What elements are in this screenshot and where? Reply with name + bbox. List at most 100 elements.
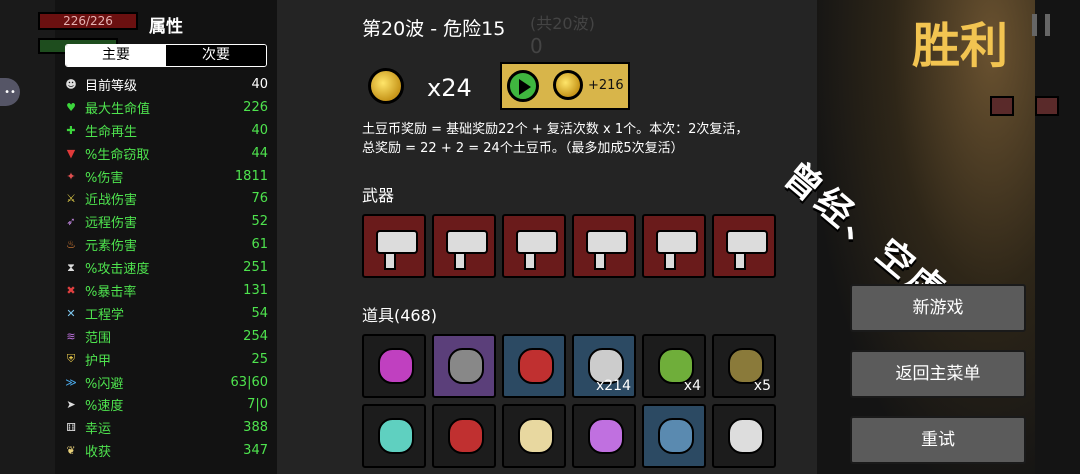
stat-value: 52 bbox=[251, 214, 268, 230]
stat-name: 生命再生 bbox=[85, 124, 138, 140]
stat-row[interactable]: ⚅ 幸运 388 bbox=[62, 416, 268, 439]
item-count: x214 bbox=[595, 378, 631, 394]
new-game-button[interactable]: 新游戏 bbox=[850, 284, 1026, 332]
stat-name: %伤害 bbox=[85, 170, 124, 186]
reward-description-line: 总奖励 = 22 + 2 = 24个土豆币。（最多加成5次复活） bbox=[362, 141, 684, 156]
stat-name: 幸运 bbox=[85, 422, 112, 438]
attributes-title: 属性 bbox=[149, 17, 183, 37]
stat-name: 护甲 bbox=[85, 353, 112, 369]
weapons-label: 武器 bbox=[362, 186, 395, 205]
stat-name: 最大生命值 bbox=[85, 101, 151, 117]
weapon-slot[interactable] bbox=[712, 214, 776, 278]
item-slot[interactable] bbox=[502, 404, 566, 468]
rocket-icon bbox=[588, 418, 624, 454]
stat-row[interactable]: ⚔ 近战伤害 76 bbox=[62, 187, 268, 210]
item-slot[interactable] bbox=[362, 404, 426, 468]
item-slot[interactable] bbox=[432, 334, 496, 398]
item-slot[interactable] bbox=[432, 404, 496, 468]
stat-name: 范围 bbox=[85, 330, 112, 346]
stat-row[interactable]: ❦ 收获 347 bbox=[62, 439, 268, 462]
stat-value: 7|0 bbox=[247, 397, 268, 413]
wave-title: 第20波 - 危险15 bbox=[362, 18, 506, 40]
stat-value: 251 bbox=[243, 260, 268, 276]
stat-row[interactable]: ♨ 元素伤害 61 bbox=[62, 233, 268, 256]
gun-handle bbox=[664, 252, 676, 270]
stat-row[interactable]: ➶ 远程伤害 52 bbox=[62, 210, 268, 233]
retry-button[interactable]: 重试 bbox=[850, 416, 1026, 464]
stat-value: 347 bbox=[243, 443, 268, 459]
stat-row[interactable]: ➤ %速度 7|0 bbox=[62, 393, 268, 416]
stat-name: 工程学 bbox=[85, 307, 125, 323]
crate-icon bbox=[1035, 96, 1059, 116]
wave-total: (共20波) bbox=[530, 14, 595, 33]
megaphone-gun-icon bbox=[516, 230, 558, 254]
stat-name: 元素伤害 bbox=[85, 239, 138, 255]
item-slot[interactable] bbox=[362, 334, 426, 398]
stat-row[interactable]: ✦ %伤害 1811 bbox=[62, 165, 268, 188]
play-icon bbox=[507, 70, 539, 102]
item-slot[interactable] bbox=[572, 404, 636, 468]
left-edge bbox=[0, 0, 55, 474]
items-label: 道具(468) bbox=[362, 306, 438, 325]
armor-icon: ⛨ bbox=[66, 352, 76, 366]
stat-value: 61 bbox=[251, 237, 268, 253]
stat-value: 54 bbox=[251, 305, 268, 321]
weapon-slot[interactable] bbox=[572, 214, 636, 278]
crab-icon bbox=[658, 418, 694, 454]
stat-row[interactable]: ⧗ %攻击速度 251 bbox=[62, 256, 268, 279]
ranged-icon: ➶ bbox=[66, 215, 76, 229]
stat-row[interactable]: ☻ 目前等级 40 bbox=[62, 73, 268, 96]
tentacle-icon bbox=[378, 348, 414, 384]
mummy-icon bbox=[728, 418, 764, 454]
tab-primary[interactable]: 主要 bbox=[66, 45, 166, 66]
stat-row[interactable]: ≋ 范围 254 bbox=[62, 325, 268, 348]
potato-coin-icon bbox=[553, 70, 583, 100]
reward-amount: +216 bbox=[588, 78, 624, 93]
crate-icon bbox=[990, 96, 1014, 116]
level-icon: ☻ bbox=[65, 77, 77, 91]
item-slot[interactable] bbox=[502, 334, 566, 398]
item-slot[interactable] bbox=[712, 404, 776, 468]
megaphone-gun-icon bbox=[586, 230, 628, 254]
stat-name: %暴击率 bbox=[85, 284, 137, 300]
item-slot[interactable]: x5 bbox=[712, 334, 776, 398]
stat-value: 388 bbox=[243, 420, 268, 436]
stat-value: 40 bbox=[251, 122, 268, 138]
heart-icon: ♥ bbox=[66, 100, 76, 114]
engineering-icon: ✕ bbox=[66, 306, 76, 320]
stat-row[interactable]: ⛨ 护甲 25 bbox=[62, 348, 268, 371]
stat-value: 40 bbox=[251, 76, 268, 92]
item-count: x4 bbox=[683, 378, 701, 394]
item-slot[interactable]: x214 bbox=[572, 334, 636, 398]
weapon-slot[interactable] bbox=[432, 214, 496, 278]
stat-name: %闪避 bbox=[85, 376, 124, 392]
speed-icon: ➤ bbox=[66, 398, 76, 412]
item-slot[interactable] bbox=[642, 404, 706, 468]
harvest-icon: ❦ bbox=[66, 444, 76, 458]
attribute-tabs: 主要 次要 bbox=[65, 44, 267, 67]
stat-row[interactable]: ✖ %暴击率 131 bbox=[62, 279, 268, 302]
stat-name: %攻击速度 bbox=[85, 262, 150, 278]
weapon-slot[interactable] bbox=[502, 214, 566, 278]
hourglass-icon: ⧗ bbox=[67, 260, 75, 274]
right-edge bbox=[1035, 0, 1080, 474]
damage-icon: ✦ bbox=[66, 169, 76, 183]
stat-row[interactable]: ≫ %闪避 63|60 bbox=[62, 371, 268, 394]
main-menu-button[interactable]: 返回主菜单 bbox=[850, 350, 1026, 398]
weapon-slot[interactable] bbox=[362, 214, 426, 278]
coin-count: x24 bbox=[427, 74, 472, 102]
stat-row[interactable]: ✕ 工程学 54 bbox=[62, 302, 268, 325]
pause-icon[interactable] bbox=[1032, 14, 1050, 36]
weapon-slot[interactable] bbox=[642, 214, 706, 278]
megaphone-gun-icon bbox=[726, 230, 768, 254]
stat-row[interactable]: ▼ %生命窃取 44 bbox=[62, 142, 268, 165]
stat-row[interactable]: ♥ 最大生命值 226 bbox=[62, 96, 268, 119]
item-count: x5 bbox=[753, 378, 771, 394]
gun-handle bbox=[734, 252, 746, 270]
stat-name: %速度 bbox=[85, 399, 124, 415]
stat-name: 近战伤害 bbox=[85, 193, 138, 209]
tab-secondary[interactable]: 次要 bbox=[166, 45, 266, 66]
regen-icon: ✚ bbox=[66, 123, 76, 137]
stat-row[interactable]: ✚ 生命再生 40 bbox=[62, 119, 268, 142]
item-slot[interactable]: x4 bbox=[642, 334, 706, 398]
